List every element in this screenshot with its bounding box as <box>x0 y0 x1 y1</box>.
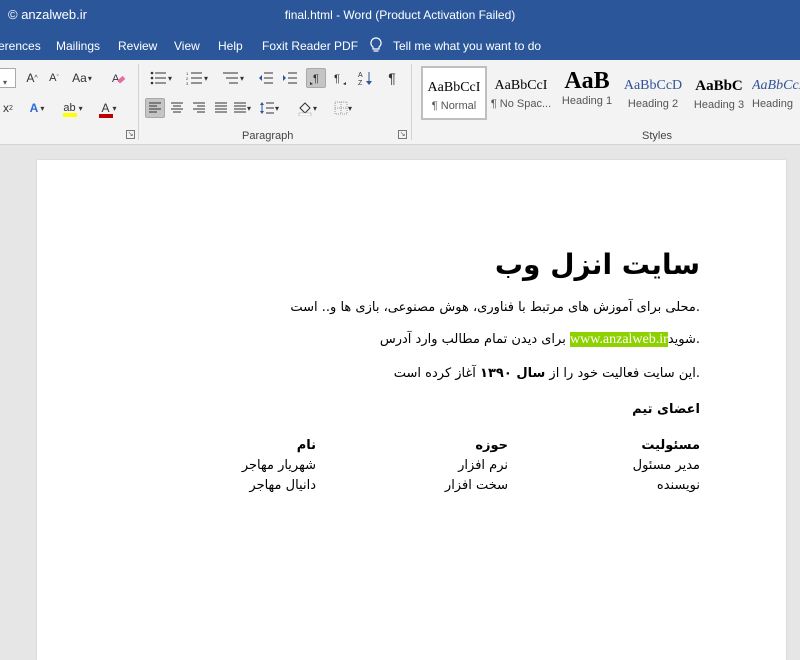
table-header-name: نام <box>296 438 316 453</box>
title-bar: © anzalweb.ir final.html - Word (Product… <box>0 0 800 32</box>
document-canvas: سایت انزل وب .محلی برای آموزش های مرتبط … <box>0 145 800 660</box>
table-cell: شهریار مهاجر <box>241 458 316 473</box>
team-heading: اعضای تیم <box>632 402 700 417</box>
sort-icon[interactable]: AZ <box>356 68 376 88</box>
highlight-color-button[interactable]: ab ▾ <box>58 98 88 118</box>
align-left-icon[interactable] <box>145 98 165 118</box>
svg-text:3: 3 <box>186 81 189 85</box>
paragraph-3-suffix: آغاز کرده است <box>393 366 481 381</box>
style-heading-1[interactable]: AaB Heading 1 <box>554 66 620 120</box>
text-effects-button[interactable]: A ▾ <box>24 98 50 118</box>
window-title: final.html - Word (Product Activation Fa… <box>284 8 516 22</box>
superscript-button[interactable]: x2 <box>0 98 18 118</box>
show-marks-button[interactable]: ¶ <box>382 68 402 88</box>
paragraph-2-suffix: برای دیدن تمام مطالب وارد آدرس <box>379 332 570 347</box>
shading-icon[interactable]: ▾ <box>294 98 320 118</box>
paragraph-dialog-launcher[interactable]: ↘ <box>398 130 407 139</box>
distributed-icon[interactable]: ▾ <box>233 98 251 118</box>
justify-icon[interactable] <box>211 98 231 118</box>
paragraph-3-prefix: .این سایت فعالیت خود را از <box>545 366 700 381</box>
style-heading-2[interactable]: AaBbCcD Heading 2 <box>620 66 686 120</box>
paragraph-1: .محلی برای آموزش های مرتبط با فناوری، هو… <box>290 300 700 315</box>
paragraph-3-bold: سال ۱۳۹۰ <box>480 366 546 381</box>
svg-text:A: A <box>358 72 363 79</box>
group-separator <box>138 64 139 140</box>
multilevel-list-icon[interactable]: ▾ <box>218 68 248 88</box>
style-heading-3[interactable]: AaBbC Heading 3 <box>686 66 752 120</box>
tell-me-search[interactable]: Tell me what you want to do <box>393 39 541 53</box>
increase-indent-icon[interactable] <box>280 68 300 88</box>
styles-group-label: Styles <box>642 130 672 142</box>
align-right-icon[interactable] <box>189 98 209 118</box>
style-normal[interactable]: AaBbCcI ¶ Normal <box>421 66 487 120</box>
tab-help[interactable]: Help <box>218 39 243 53</box>
line-spacing-icon[interactable]: ▾ <box>256 98 282 118</box>
tab-review[interactable]: Review <box>118 39 157 53</box>
shrink-font-button[interactable]: Aˇ <box>44 68 64 88</box>
table-cell: دانیال مهاجر <box>249 478 316 493</box>
numbering-icon[interactable]: 1 2 3 ▾ <box>182 68 212 88</box>
svg-text:A: A <box>112 73 120 85</box>
paragraph-2-prefix: .شوید <box>667 332 700 347</box>
rtl-direction-icon[interactable]: ¶ <box>330 68 350 88</box>
table-header-responsibility: مسئولیت <box>641 438 700 453</box>
font-color-bar <box>99 114 114 118</box>
svg-text:¶: ¶ <box>334 73 340 85</box>
table-cell: سخت افزار <box>444 478 508 493</box>
bullets-icon[interactable]: ▾ <box>146 68 176 88</box>
table-cell: نرم افزار <box>458 458 508 473</box>
ltr-direction-icon[interactable]: ¶ <box>306 68 326 88</box>
svg-text:Z: Z <box>358 80 363 86</box>
tab-mailings[interactable]: Mailings <box>56 39 100 53</box>
group-separator <box>411 64 412 140</box>
tab-view[interactable]: View <box>174 39 200 53</box>
table-cell: نویسنده <box>656 478 700 493</box>
change-case-button[interactable]: Aa ▾ <box>68 68 96 88</box>
align-center-icon[interactable] <box>167 98 187 118</box>
table-header-field: حوزه <box>475 438 508 453</box>
document-page[interactable]: سایت انزل وب .محلی برای آموزش های مرتبط … <box>37 160 786 660</box>
paragraph-2: .شویدwww.anzalweb.ir برای دیدن تمام مطال… <box>380 332 700 348</box>
grow-font-button[interactable]: A ^ <box>22 68 42 88</box>
decrease-indent-icon[interactable] <box>256 68 276 88</box>
ribbon: ▾ A ^ Aˇ Aa ▾ A x2 A ▾ ab ▾ A ▾ ↘ ▾ 1 2 3 ▾ ▾ ¶ … <box>0 60 800 145</box>
table-cell: مدیر مسئول <box>632 458 700 473</box>
chevron-down-icon[interactable]: ▾ <box>3 78 7 87</box>
borders-icon[interactable]: ▾ <box>330 98 356 118</box>
document-heading: سایت انزل وب <box>494 248 700 281</box>
website-link[interactable]: www.anzalweb.ir <box>569 332 668 347</box>
svg-text:¶: ¶ <box>313 73 319 85</box>
paragraph-3: .این سایت فعالیت خود را از سال ۱۳۹۰ آغاز… <box>394 366 700 381</box>
highlight-color-bar <box>63 113 78 117</box>
tab-references[interactable]: erences <box>0 39 41 53</box>
tab-foxit-reader-pdf[interactable]: Foxit Reader PDF <box>262 39 358 53</box>
font-color-button[interactable]: A ▾ <box>94 98 124 118</box>
clear-formatting-icon[interactable]: A <box>108 68 128 88</box>
style-no-spacing[interactable]: AaBbCcI ¶ No Spac... <box>488 66 554 120</box>
font-dialog-launcher[interactable]: ↘ <box>126 130 135 139</box>
paragraph-group-label: Paragraph <box>242 130 294 142</box>
menu-bar: erences Mailings Review View Help Foxit … <box>0 32 800 60</box>
lightbulb-icon[interactable] <box>369 37 383 53</box>
style-heading[interactable]: AaBbCcD Heading <box>752 66 800 120</box>
